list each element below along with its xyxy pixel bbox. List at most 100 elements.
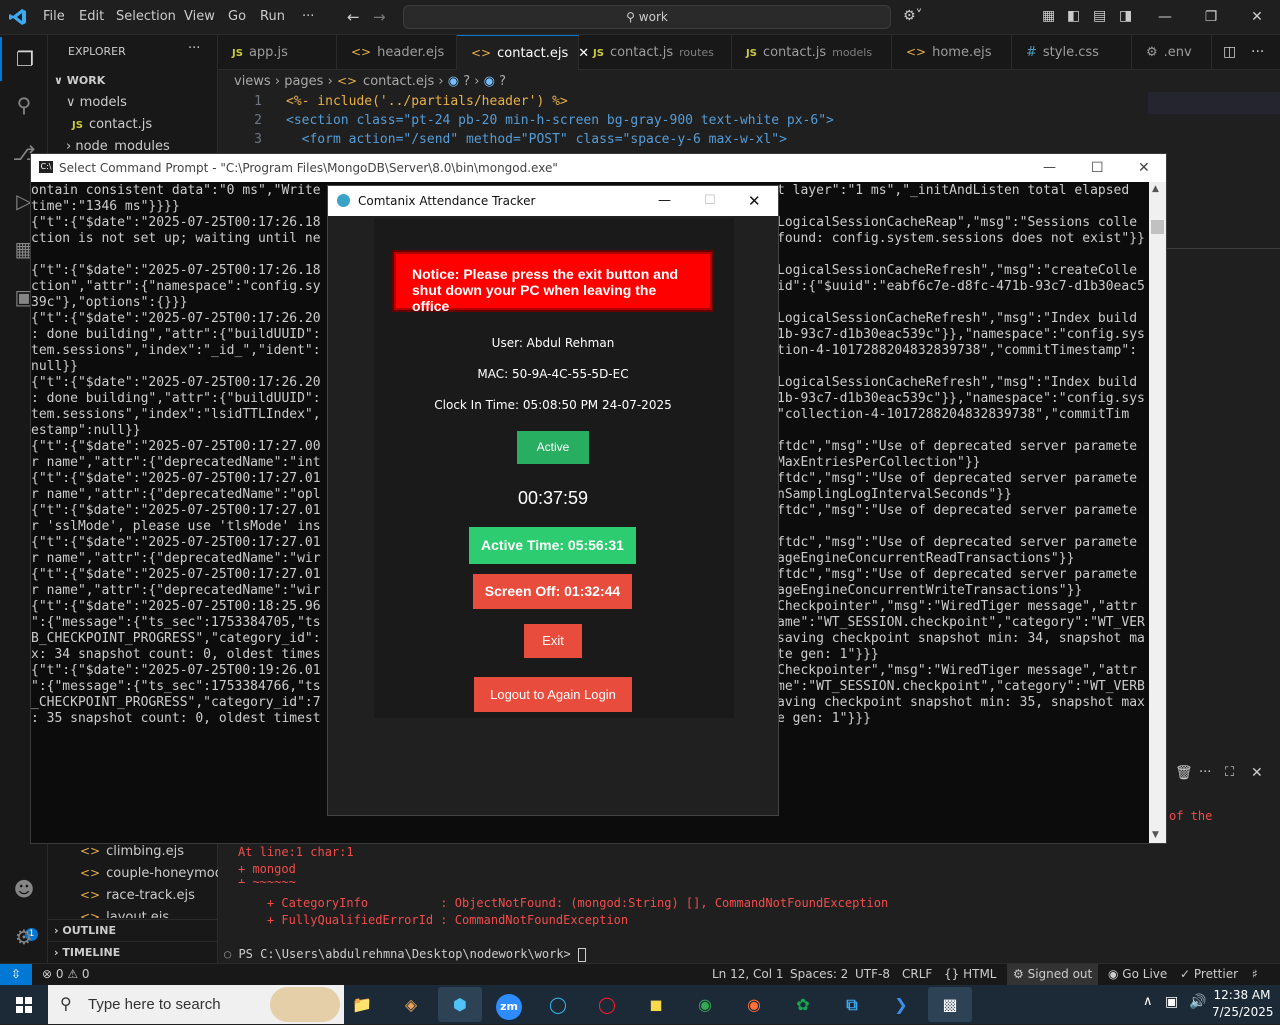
tab-contact-js-routes[interactable]: JS contact.js routes — [579, 35, 732, 70]
breadcrumb-item[interactable]: ? — [463, 74, 470, 89]
maximize-panel-icon[interactable]: ⛶ — [1225, 765, 1234, 780]
chrome-browser-icon[interactable]: ◉ — [683, 987, 727, 1022]
tab-env[interactable]: ⚙ .env — [1132, 35, 1212, 70]
edge-browser-icon[interactable]: ◯ — [536, 987, 580, 1022]
menu-run[interactable]: Run — [260, 9, 285, 24]
tab-style-css[interactable]: # style.css — [1012, 35, 1132, 70]
problems-indicator[interactable]: ⊗ 0 ⚠ 0 — [42, 964, 90, 985]
file-contact-js[interactable]: JS contact.js — [48, 114, 218, 136]
breadcrumb-item[interactable]: ? — [499, 74, 506, 89]
minimize-button[interactable]: — — [1142, 0, 1188, 35]
taskbar-clock[interactable]: 12:38 AM 7/25/2025 — [1212, 987, 1274, 1021]
scroll-up-icon[interactable]: ▲ — [1152, 184, 1159, 194]
encoding[interactable]: UTF-8 — [855, 964, 890, 985]
toggle-sidebar-icon[interactable]: ◧ — [1067, 8, 1080, 24]
tab-contact-ejs[interactable]: <> contact.ejs ✕ — [457, 35, 589, 70]
file-couple-honeymoon-ejs[interactable]: <> couple-honeymoo... — [48, 862, 218, 884]
prettier-status[interactable]: ✓ Prettier — [1180, 964, 1238, 985]
forward-arrow-icon[interactable]: → — [373, 8, 386, 26]
copilot-icon[interactable]: ⚙˅ — [903, 8, 923, 24]
zoom-app-icon[interactable]: zm — [487, 987, 531, 1022]
tracker-maximize-button[interactable]: ☐ — [704, 186, 716, 216]
file-explorer-icon[interactable]: 📁 — [340, 987, 384, 1022]
terminal-panel[interactable]: At line:1 char:1 + mongod + ~~~~~~ + Cat… — [218, 844, 1280, 963]
mongodb-compass-icon[interactable]: ✿ — [781, 987, 825, 1022]
indentation[interactable]: Spaces: 2 — [790, 964, 848, 985]
powershell-taskbar-icon[interactable]: ❯ — [879, 987, 923, 1022]
terminal-more-icon[interactable]: ··· — [1199, 765, 1211, 780]
network-icon[interactable]: ▣ — [1165, 994, 1178, 1010]
code-line-3[interactable]: 3 <form action="/send" method="POST" cla… — [218, 130, 787, 149]
explorer-more-icon[interactable]: ··· — [188, 41, 200, 56]
scroll-down-icon[interactable]: ▼ — [1152, 830, 1159, 840]
tray-chevron-up-icon[interactable]: ∧ — [1143, 994, 1153, 1009]
explorer-icon[interactable]: ❐ — [0, 37, 48, 81]
go-live-button[interactable]: ◉ Go Live — [1108, 964, 1167, 985]
tracker-close-button[interactable]: ✕ — [748, 186, 761, 216]
remote-indicator-icon[interactable]: ⇳ — [0, 964, 32, 985]
account-icon[interactable]: ☻ — [0, 867, 48, 911]
attendance-tracker-taskbar-icon[interactable]: ⬢ — [438, 987, 482, 1022]
restore-button[interactable]: ❐ — [1188, 0, 1234, 35]
menu-view[interactable]: View — [184, 9, 215, 24]
breadcrumb-item[interactable]: pages — [284, 74, 323, 89]
firefox-browser-icon[interactable]: ◉ — [732, 987, 776, 1022]
settings-gear-icon[interactable]: ⚙ — [0, 915, 48, 959]
outline-section[interactable]: › OUTLINE — [48, 919, 218, 941]
split-editor-icon[interactable]: ◫ — [1223, 44, 1236, 60]
opera-browser-icon[interactable]: ◯ — [585, 987, 629, 1022]
sticky-notes-icon[interactable]: ◼ — [634, 987, 678, 1022]
toggle-secondary-sidebar-icon[interactable]: ◨ — [1119, 8, 1132, 24]
customize-layout-icon[interactable]: ▦ — [1042, 8, 1055, 24]
end-of-line[interactable]: CRLF — [902, 964, 932, 985]
breadcrumb-item[interactable]: views — [234, 74, 271, 89]
volume-icon[interactable]: 🔊 — [1189, 994, 1206, 1010]
folder-models[interactable]: ∨ models — [48, 92, 218, 114]
tab-home-ejs[interactable]: <> home.ejs — [892, 35, 1012, 70]
search-icon[interactable]: ⚲ — [0, 83, 48, 127]
taskbar-search-box[interactable]: ⚲ Type here to search — [48, 985, 344, 1024]
editor-more-icon[interactable]: ··· — [1251, 44, 1264, 60]
cmd-titlebar[interactable]: C:\ Select Command Prompt - "C:\Program … — [31, 154, 1166, 182]
cmd-scrollbar[interactable]: ▲ ▼ — [1149, 182, 1166, 843]
folder-node-modules[interactable]: › node_modules — [48, 136, 218, 152]
paint-app-icon[interactable]: ◈ — [389, 987, 433, 1022]
command-prompt-taskbar-icon[interactable]: ▩ — [928, 987, 972, 1022]
exit-button[interactable]: Exit — [524, 624, 582, 658]
workspace-root[interactable]: ∨ WORK — [48, 70, 218, 92]
scroll-thumb[interactable] — [1151, 220, 1164, 234]
code-line-2[interactable]: 2 <section class="pt-24 pb-20 min-h-scree… — [218, 111, 834, 130]
breadcrumb-item[interactable]: contact.ejs — [363, 74, 434, 89]
terminal-prompt-line[interactable]: ○ PS C:\Users\abdulrehmna\Desktop\nodewo… — [224, 946, 587, 963]
back-arrow-icon[interactable]: ← — [347, 8, 360, 26]
language-mode[interactable]: {} HTML — [944, 964, 997, 985]
file-race-track-ejs[interactable]: <> race-track.ejs — [48, 884, 218, 906]
close-button[interactable]: ✕ — [1234, 0, 1280, 35]
menu-edit[interactable]: Edit — [79, 9, 104, 24]
timeline-section[interactable]: › TIMELINE — [48, 941, 218, 963]
tab-header-ejs[interactable]: <> header.ejs — [337, 35, 457, 70]
tab-app-js[interactable]: JS app.js — [218, 35, 337, 70]
menu-selection[interactable]: Selection — [116, 9, 176, 24]
tracker-titlebar[interactable]: Comtanix Attendance Tracker — ☐ ✕ — [328, 186, 778, 216]
minimap[interactable] — [1148, 92, 1280, 114]
menu-go[interactable]: Go — [228, 9, 246, 24]
code-line-1[interactable]: 1 <%- include('../partials/header') %> — [218, 92, 568, 111]
command-center-search[interactable]: ⚲ work — [403, 5, 891, 29]
notifications-bell-icon[interactable]: ♯ — [1252, 964, 1258, 985]
cursor-position[interactable]: Ln 12, Col 1 — [712, 964, 784, 985]
tracker-minimize-button[interactable]: — — [658, 186, 671, 216]
file-layout-ejs[interactable]: <> layout.ejs — [48, 906, 218, 918]
tab-contact-js-models[interactable]: JS contact.js models — [732, 35, 892, 70]
cmd-minimize-button[interactable]: — — [1043, 154, 1056, 182]
vscode-taskbar-icon[interactable]: ⧉ — [830, 987, 874, 1022]
cmd-close-button[interactable]: ✕ — [1138, 154, 1150, 182]
toggle-panel-icon[interactable]: ▤ — [1093, 8, 1106, 24]
trash-icon[interactable]: 🗑 — [1175, 765, 1193, 781]
account-status[interactable]: ⚙ Signed out — [1007, 964, 1099, 985]
logout-button[interactable]: Logout to Again Login — [474, 677, 632, 712]
windows-start-icon[interactable] — [2, 987, 46, 1022]
cmd-maximize-button[interactable]: ☐ — [1091, 154, 1104, 182]
close-panel-icon[interactable]: ✕ — [1251, 765, 1263, 781]
menu-file[interactable]: File — [43, 9, 65, 24]
